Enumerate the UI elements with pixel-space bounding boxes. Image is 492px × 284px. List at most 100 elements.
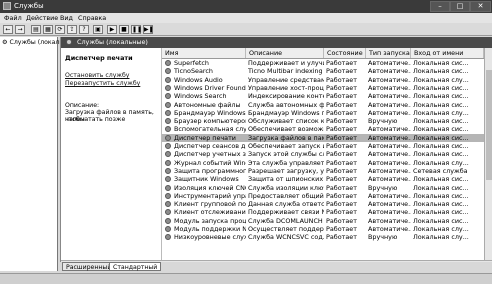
services-app-icon — [3, 2, 11, 10]
service-status: Работает — [326, 92, 357, 101]
gear-icon — [165, 167, 171, 174]
service-description: Поддерживает связи NT... — [248, 208, 324, 217]
table-row[interactable]: Модуль поддержки NetBIOS...Осуществляет … — [162, 225, 484, 233]
service-description: Индексирование контен... — [248, 92, 324, 101]
service-description: Обеспечивает возможн... — [248, 125, 324, 134]
close-button[interactable]: ✕ — [470, 1, 491, 12]
table-row[interactable]: Журнал событий WindowsЭта служба управля… — [162, 159, 484, 167]
table-row[interactable]: Изоляция ключей CNGСлужба изоляции ключе… — [162, 184, 484, 192]
services-table: Имя Описание Состояние Тип запуска Вход … — [162, 48, 484, 260]
table-row[interactable]: Диспетчер учетных записе...Запуск этой с… — [162, 150, 484, 158]
service-description: Разрешает загрузку, уст... — [248, 166, 324, 175]
service-status: Работает — [326, 67, 357, 76]
service-description: Брандмауэр Windows по... — [248, 108, 324, 117]
stop-icon[interactable]: ■ — [119, 25, 129, 34]
service-logon: Локальная сис... — [413, 150, 469, 159]
tree-item-services[interactable]: ⚙ Службы (локальн — [2, 39, 67, 47]
service-name: Windows Audio — [174, 75, 223, 84]
table-row[interactable]: Низкоуровневые службы ...Служба WCNCSVC … — [162, 233, 484, 241]
table-row[interactable]: Защитник Windows Защита от шпионских и ..… — [162, 175, 484, 183]
gear-icon — [165, 134, 171, 141]
gear-icon — [165, 60, 171, 66]
service-logon: Локальная слу... — [413, 108, 469, 117]
menu-view[interactable]: Вид — [60, 14, 73, 22]
gear-icon — [165, 84, 171, 91]
service-description: Осуществляет поддержк... — [248, 225, 324, 233]
forward-icon[interactable]: → — [15, 25, 25, 34]
service-name: Низкоуровневые службы ... — [174, 233, 246, 242]
refresh-icon[interactable]: ⟳ — [55, 25, 65, 34]
service-startup-type: Вручную — [368, 183, 398, 192]
column-header-logon-as[interactable]: Вход от имени — [411, 48, 484, 58]
table-row[interactable]: Windows Driver Foundation - ...Управлени… — [162, 84, 484, 92]
menu-action[interactable]: Действие — [26, 14, 58, 22]
back-icon[interactable]: ← — [3, 25, 13, 34]
tab-extended[interactable]: Расширенный — [62, 262, 116, 271]
service-status: Работает — [326, 133, 357, 142]
menu-help[interactable]: Справка — [78, 14, 106, 22]
table-row[interactable]: Брандмауэр WindowsБрандмауэр Windows по.… — [162, 109, 484, 117]
service-status: Работает — [326, 200, 357, 209]
pause-icon[interactable]: ❚❚ — [131, 25, 142, 34]
table-row[interactable]: Windows Audio Управление средствами ...Ра… — [162, 76, 484, 84]
table-row[interactable]: Диспетчер сеансов диспет...Обеспечивает … — [162, 142, 484, 150]
mmc-icon[interactable]: ▣ — [93, 25, 103, 34]
table-row[interactable]: Защита программного обе...Разрешает загр… — [162, 167, 484, 175]
gear-icon — [165, 234, 171, 241]
help-icon[interactable]: ? — [79, 25, 89, 34]
service-name: Вспомогательная служба IP — [174, 125, 246, 134]
service-startup-type: Автоматиче... — [368, 100, 411, 109]
gear-icon — [165, 143, 171, 149]
service-logon: Локальная сис... — [413, 59, 469, 67]
gear-icon — [165, 209, 171, 216]
table-row[interactable]: Браузер компьютеровОбслуживает список ко… — [162, 117, 484, 125]
service-name: Журнал событий Windows — [174, 158, 246, 167]
minimize-button[interactable]: – — [430, 1, 450, 12]
service-name: Клиент отслеживания изме... — [174, 208, 246, 217]
column-header-description[interactable]: Описание — [246, 48, 324, 58]
service-status: Работает — [326, 125, 357, 134]
table-row[interactable]: Superfetch Поддерживает и улучша...Работа… — [162, 59, 484, 67]
table-row[interactable]: Автономные файлы Служба автономных фай...… — [162, 101, 484, 109]
table-row[interactable]: Клиент отслеживания изме...Поддерживает … — [162, 208, 484, 216]
vertical-scrollbar[interactable] — [484, 48, 492, 260]
service-description: Служба изоляции ключе... — [248, 183, 324, 192]
table-row[interactable]: Windows Search Индексирование контен...Ра… — [162, 92, 484, 100]
gear-icon — [165, 118, 171, 125]
table-row[interactable]: Клиент групповой политикиДанная служба о… — [162, 200, 484, 208]
table-row[interactable]: Модуль запуска процессов ...Служба DCOML… — [162, 217, 484, 225]
service-logon: Локальная сис... — [413, 175, 469, 184]
restart-icon[interactable]: ▶❚ — [143, 25, 154, 34]
export-icon[interactable]: ⇪ — [67, 25, 77, 34]
column-header-name[interactable]: Имя — [162, 48, 246, 58]
main-header-title: Службы (локальные) — [77, 38, 148, 46]
service-logon: Локальная сис... — [413, 100, 469, 109]
description-pane: Диспетчер печати Остановить службу Перез… — [61, 48, 162, 260]
service-logon: Локальная сис... — [413, 142, 469, 150]
service-logon: Локальная слу... — [413, 225, 469, 233]
service-logon: Локальная сис... — [413, 133, 469, 142]
vertical-scroll-thumb[interactable] — [486, 70, 492, 180]
service-startup-type: Автоматиче... — [368, 108, 411, 117]
service-name: Диспетчер учетных записе... — [174, 150, 246, 159]
service-logon: Локальная слу... — [413, 158, 469, 167]
gear-icon — [165, 217, 171, 224]
service-description: Обеспечивает запуск и о... — [248, 142, 324, 150]
stop-service-link[interactable]: Остановить службу — [65, 72, 129, 79]
restart-service-link[interactable]: Перезапустить службу — [65, 80, 140, 87]
table-row[interactable]: TicnoSearch Ticno Multibar indexing s...Р… — [162, 67, 484, 75]
service-status: Работает — [326, 142, 357, 150]
properties-icon[interactable]: ▦ — [43, 25, 53, 34]
table-row[interactable]: Вспомогательная служба IPОбеспечивает во… — [162, 125, 484, 133]
show-tree-icon[interactable]: ▤ — [31, 25, 41, 34]
table-row-selected[interactable]: Диспетчер печати Загрузка файлов в памя..… — [162, 133, 484, 142]
service-startup-type: Автоматиче... — [368, 142, 411, 150]
menu-file[interactable]: Файл — [4, 14, 22, 22]
table-row[interactable]: Инструментарий управлен...Предоставляет … — [162, 192, 484, 200]
column-header-startup-type[interactable]: Тип запуска — [366, 48, 411, 58]
maximize-button[interactable]: □ — [450, 1, 470, 12]
service-name: Модуль поддержки NetBIOS... — [174, 225, 246, 233]
column-header-status[interactable]: Состояние — [324, 48, 366, 58]
tab-standard[interactable]: Стандартный — [109, 262, 162, 271]
start-icon[interactable]: ▶ — [107, 25, 117, 34]
